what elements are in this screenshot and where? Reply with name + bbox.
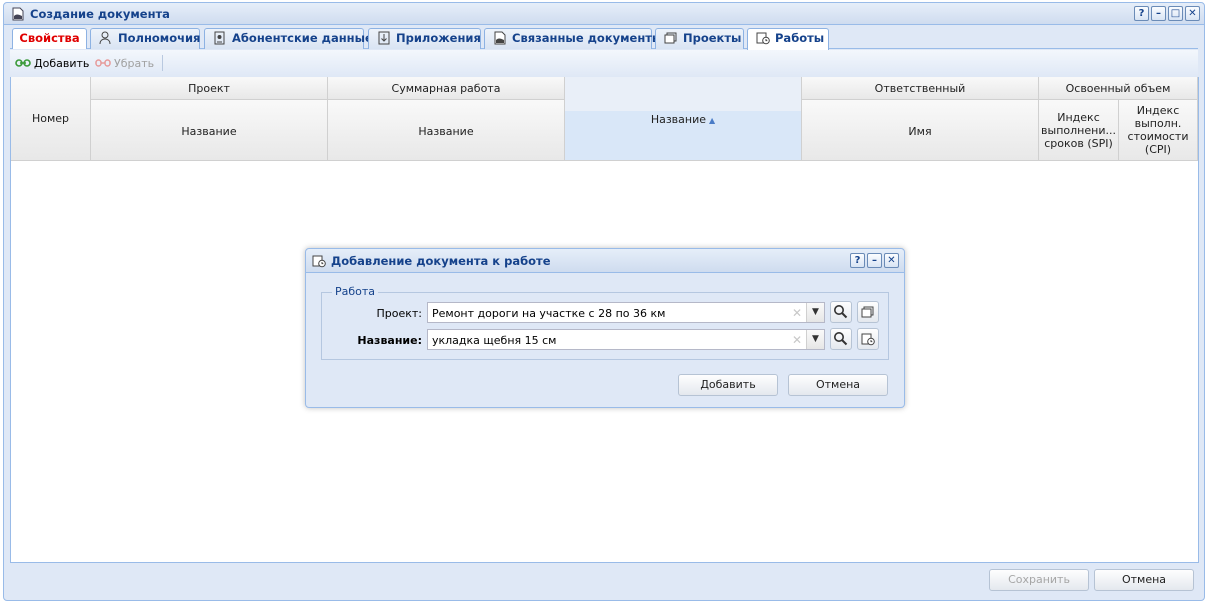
remove-button-label: Убрать [114,57,155,70]
column-header-work-name[interactable]: Название ▲ [565,111,802,161]
dialog-cancel-button[interactable]: Отмена [788,374,888,396]
search-icon [834,332,848,346]
tab-linked-documents[interactable]: Связанные документы [484,28,662,49]
add-button[interactable]: Добавить [15,57,89,70]
tasks-clock-icon [861,333,875,346]
tab-label: Проекты [683,31,742,45]
dialog-tools: ? – ✕ [850,253,899,268]
work-name-combo[interactable]: укладка щебня 15 см ✕ ▼ [427,329,825,350]
column-group-responsible: Ответственный [802,77,1039,100]
contact-card-icon [214,31,225,45]
tab-label: Абонентские данные [232,31,373,45]
window-footer: Сохранить Отмена [10,564,1198,597]
user-key-icon [99,31,111,45]
tab-properties[interactable]: Свойства [12,28,87,49]
column-group-blank [565,77,802,111]
add-document-to-work-dialog: Добавление документа к работе ? – ✕ Рабо… [305,248,905,408]
dialog-titlebar[interactable]: Добавление документа к работе ? – ✕ [306,249,904,273]
project-label: Проект: [376,307,422,320]
column-group-label: Суммарная работа [391,81,501,95]
link-add-icon [15,59,31,67]
work-name-value: укладка щебня 15 см [432,334,557,347]
column-group-label: Проект [188,81,230,95]
minimize-button[interactable]: – [1151,6,1166,21]
column-header-cpi[interactable]: Индекс выполн. стоимости (CPI) [1119,100,1198,161]
maximize-button[interactable]: □ [1168,6,1183,21]
column-group-summary-work: Суммарная работа [328,77,565,100]
open-work-button[interactable] [857,328,879,350]
column-label: Название [418,124,474,138]
column-header-project-name[interactable]: Название [91,100,328,161]
close-button[interactable]: ✕ [1185,6,1200,21]
window-tools: ? – □ ✕ [1134,6,1200,21]
toolbar-separator [162,55,163,71]
grid-toolbar: Добавить Убрать [10,50,1198,77]
projects-icon [664,32,677,44]
save-button[interactable]: Сохранить [989,569,1089,591]
link-remove-icon [95,59,111,67]
column-group-project: Проект [91,77,328,100]
project-search-button[interactable] [830,301,852,323]
column-header-responsible-name[interactable]: Имя [802,100,1039,161]
close-button[interactable]: ✕ [884,253,899,268]
name-label: Название: [357,334,422,347]
column-label: Название [181,124,237,138]
minimize-button[interactable]: – [867,253,882,268]
column-group-label: Ответственный [874,81,966,95]
tab-works[interactable]: Работы [747,28,829,50]
chevron-down-icon[interactable]: ▼ [806,303,824,322]
tab-attachments[interactable]: Приложения [368,28,481,49]
column-label: Номер [31,112,70,125]
projects-icon [861,306,874,318]
column-group-label: Освоенный объем [1065,81,1171,95]
clear-icon[interactable]: ✕ [792,333,802,347]
column-header-summary-name[interactable]: Название [328,100,565,161]
cancel-button[interactable]: Отмена [1094,569,1194,591]
work-search-button[interactable] [830,328,852,350]
window-title: Создание документа [30,7,170,21]
help-button[interactable]: ? [850,253,865,268]
fieldset-legend: Работа [332,285,379,298]
project-combo[interactable]: Ремонт дороги на участке с 28 по 36 км ✕… [427,302,825,323]
open-project-button[interactable] [857,301,879,323]
column-label: Название [650,113,707,126]
tab-label: Связанные документы [512,31,663,45]
window-titlebar[interactable]: Создание документа ? – □ ✕ [4,3,1204,25]
clear-icon[interactable]: ✕ [792,306,802,320]
tab-label: Полномочия [118,31,201,45]
column-label: Имя [908,124,932,138]
tab-label: Приложения [396,31,481,45]
tasks-clock-icon [312,255,326,268]
tab-bar: Свойства Полномочия Абонентские данные П… [10,26,1198,50]
sort-asc-icon: ▲ [709,116,716,125]
project-value: Ремонт дороги на участке с 28 по 36 км [432,307,666,320]
dialog-title: Добавление документа к работе [331,254,551,268]
work-fieldset: Работа Проект: Ремонт дороги на участке … [321,285,889,360]
column-header-number[interactable]: Номер [11,77,91,161]
column-header-spi[interactable]: Индекс выполнени... сроков (SPI) [1039,100,1119,161]
tab-label: Свойства [19,31,80,45]
document-icon [12,7,24,21]
dialog-add-button[interactable]: Добавить [678,374,778,396]
chevron-down-icon[interactable]: ▼ [806,330,824,349]
column-label: Индекс выполн. стоимости (CPI) [1127,104,1189,156]
tab-projects[interactable]: Проекты [655,28,744,49]
add-button-label: Добавить [34,57,90,70]
attachment-download-icon [378,31,390,45]
linked-docs-icon [494,31,506,45]
search-icon [834,305,848,319]
tab-label: Работы [775,31,825,45]
column-label: Индекс выполнени... сроков (SPI) [1041,110,1116,150]
tasks-clock-icon [756,32,770,45]
help-button[interactable]: ? [1134,6,1149,21]
tab-subscriber-data[interactable]: Абонентские данные [204,28,373,49]
column-group-earned-value: Освоенный объем [1039,77,1198,100]
remove-button[interactable]: Убрать [95,57,154,70]
tab-permissions[interactable]: Полномочия [90,28,200,49]
